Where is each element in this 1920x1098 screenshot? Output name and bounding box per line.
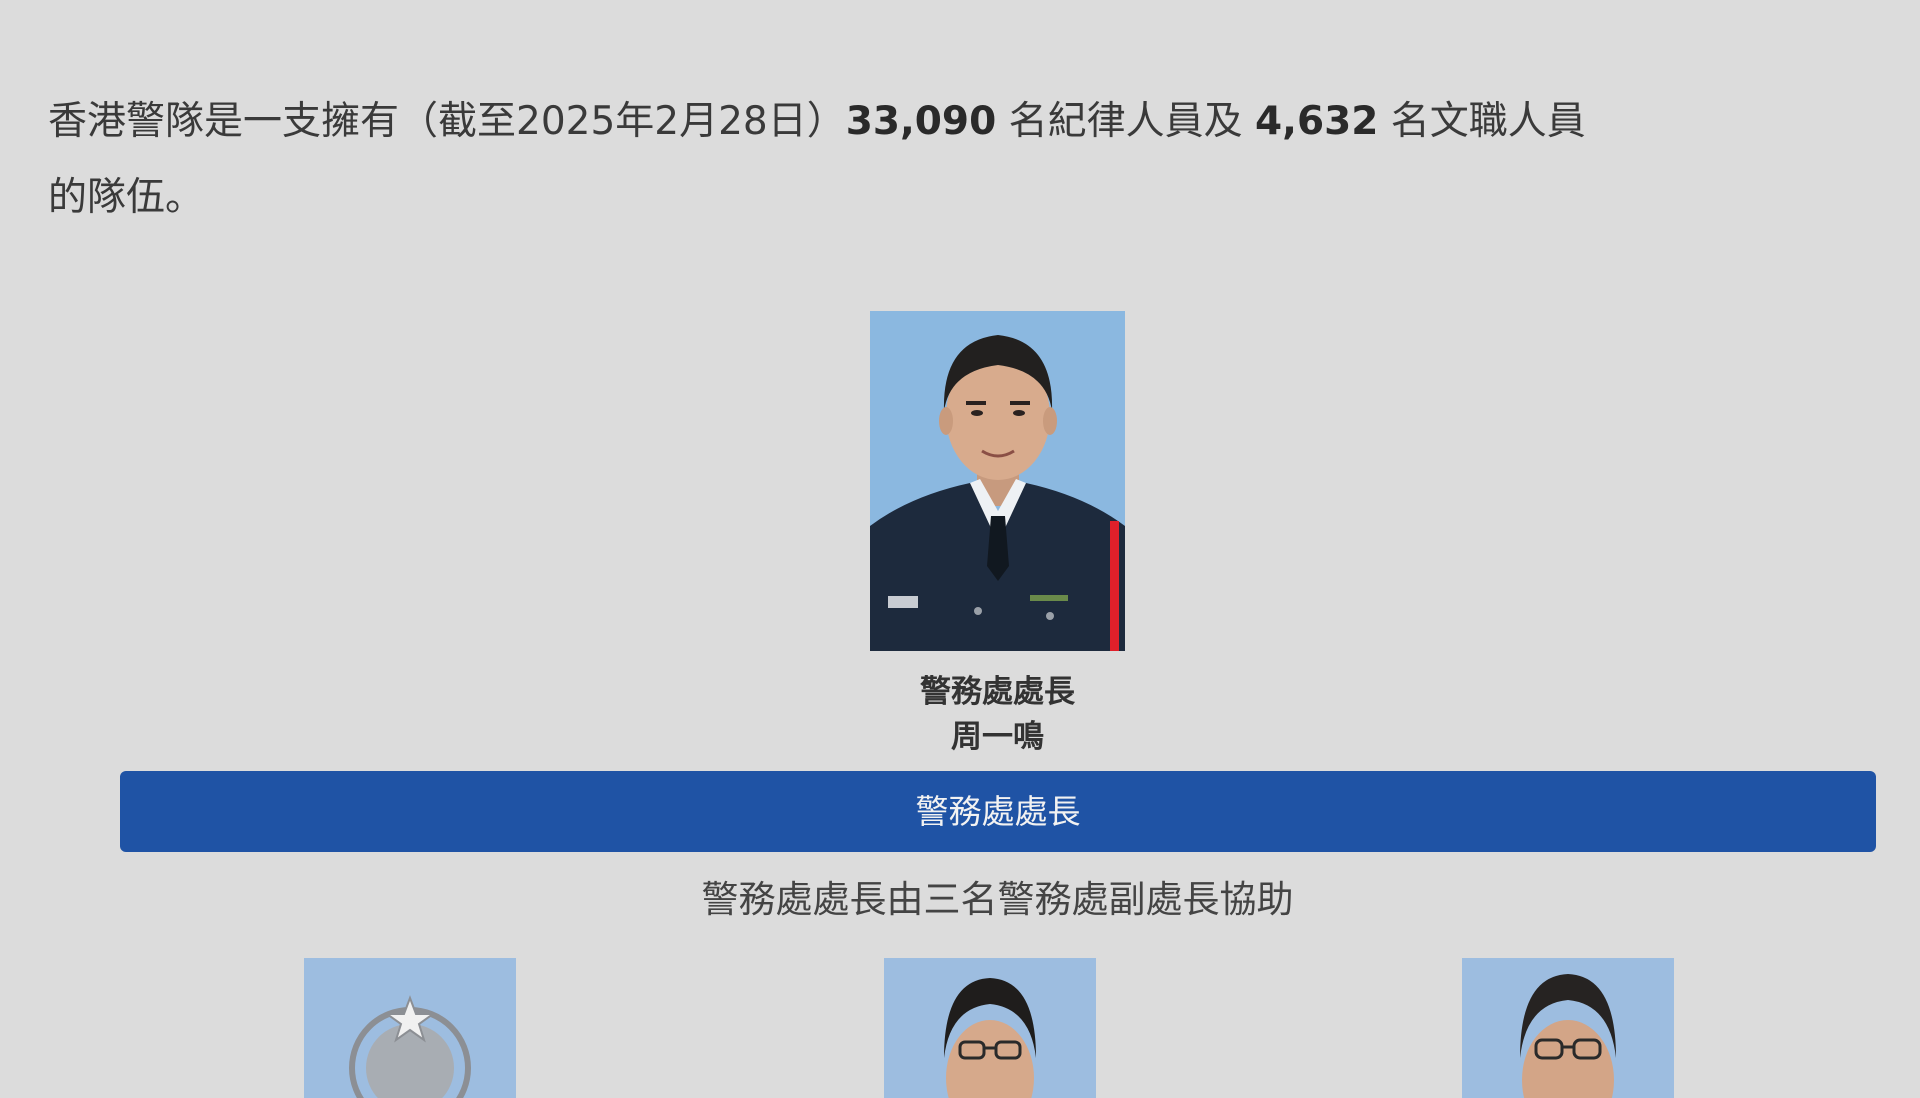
intro-text-1: 香港警隊是一支擁有（截至2025年2月28日） bbox=[48, 99, 846, 144]
disciplined-staff-count: 33,090 bbox=[845, 99, 997, 144]
commissioner-card: 警務處處長 周一鳴 bbox=[870, 311, 1125, 759]
commissioner-portrait-icon bbox=[870, 311, 1125, 651]
commissioner-photo bbox=[870, 311, 1125, 651]
deputy-3-portrait-icon bbox=[1462, 958, 1674, 1098]
section-header-bar: 警務處處長 bbox=[120, 771, 1876, 852]
civilian-staff-count: 4,632 bbox=[1255, 99, 1379, 144]
deputy-photo-1 bbox=[304, 958, 516, 1098]
commissioner-title: 警務處處長 bbox=[920, 674, 1075, 710]
commissioner-name: 周一鳴 bbox=[951, 719, 1044, 755]
deputy-photo-2 bbox=[884, 958, 1096, 1098]
police-crest-icon bbox=[304, 958, 516, 1098]
deputy-photo-3 bbox=[1462, 958, 1674, 1098]
intro-paragraph: 香港警隊是一支擁有（截至2025年2月28日）33,090 名紀律人員及 4,6… bbox=[48, 84, 1608, 236]
intro-text-2: 名紀律人員及 bbox=[996, 99, 1255, 144]
deputy-2-portrait-icon bbox=[884, 958, 1096, 1098]
section-caption: 警務處處長由三名警務處副處長協助 bbox=[701, 878, 1294, 921]
